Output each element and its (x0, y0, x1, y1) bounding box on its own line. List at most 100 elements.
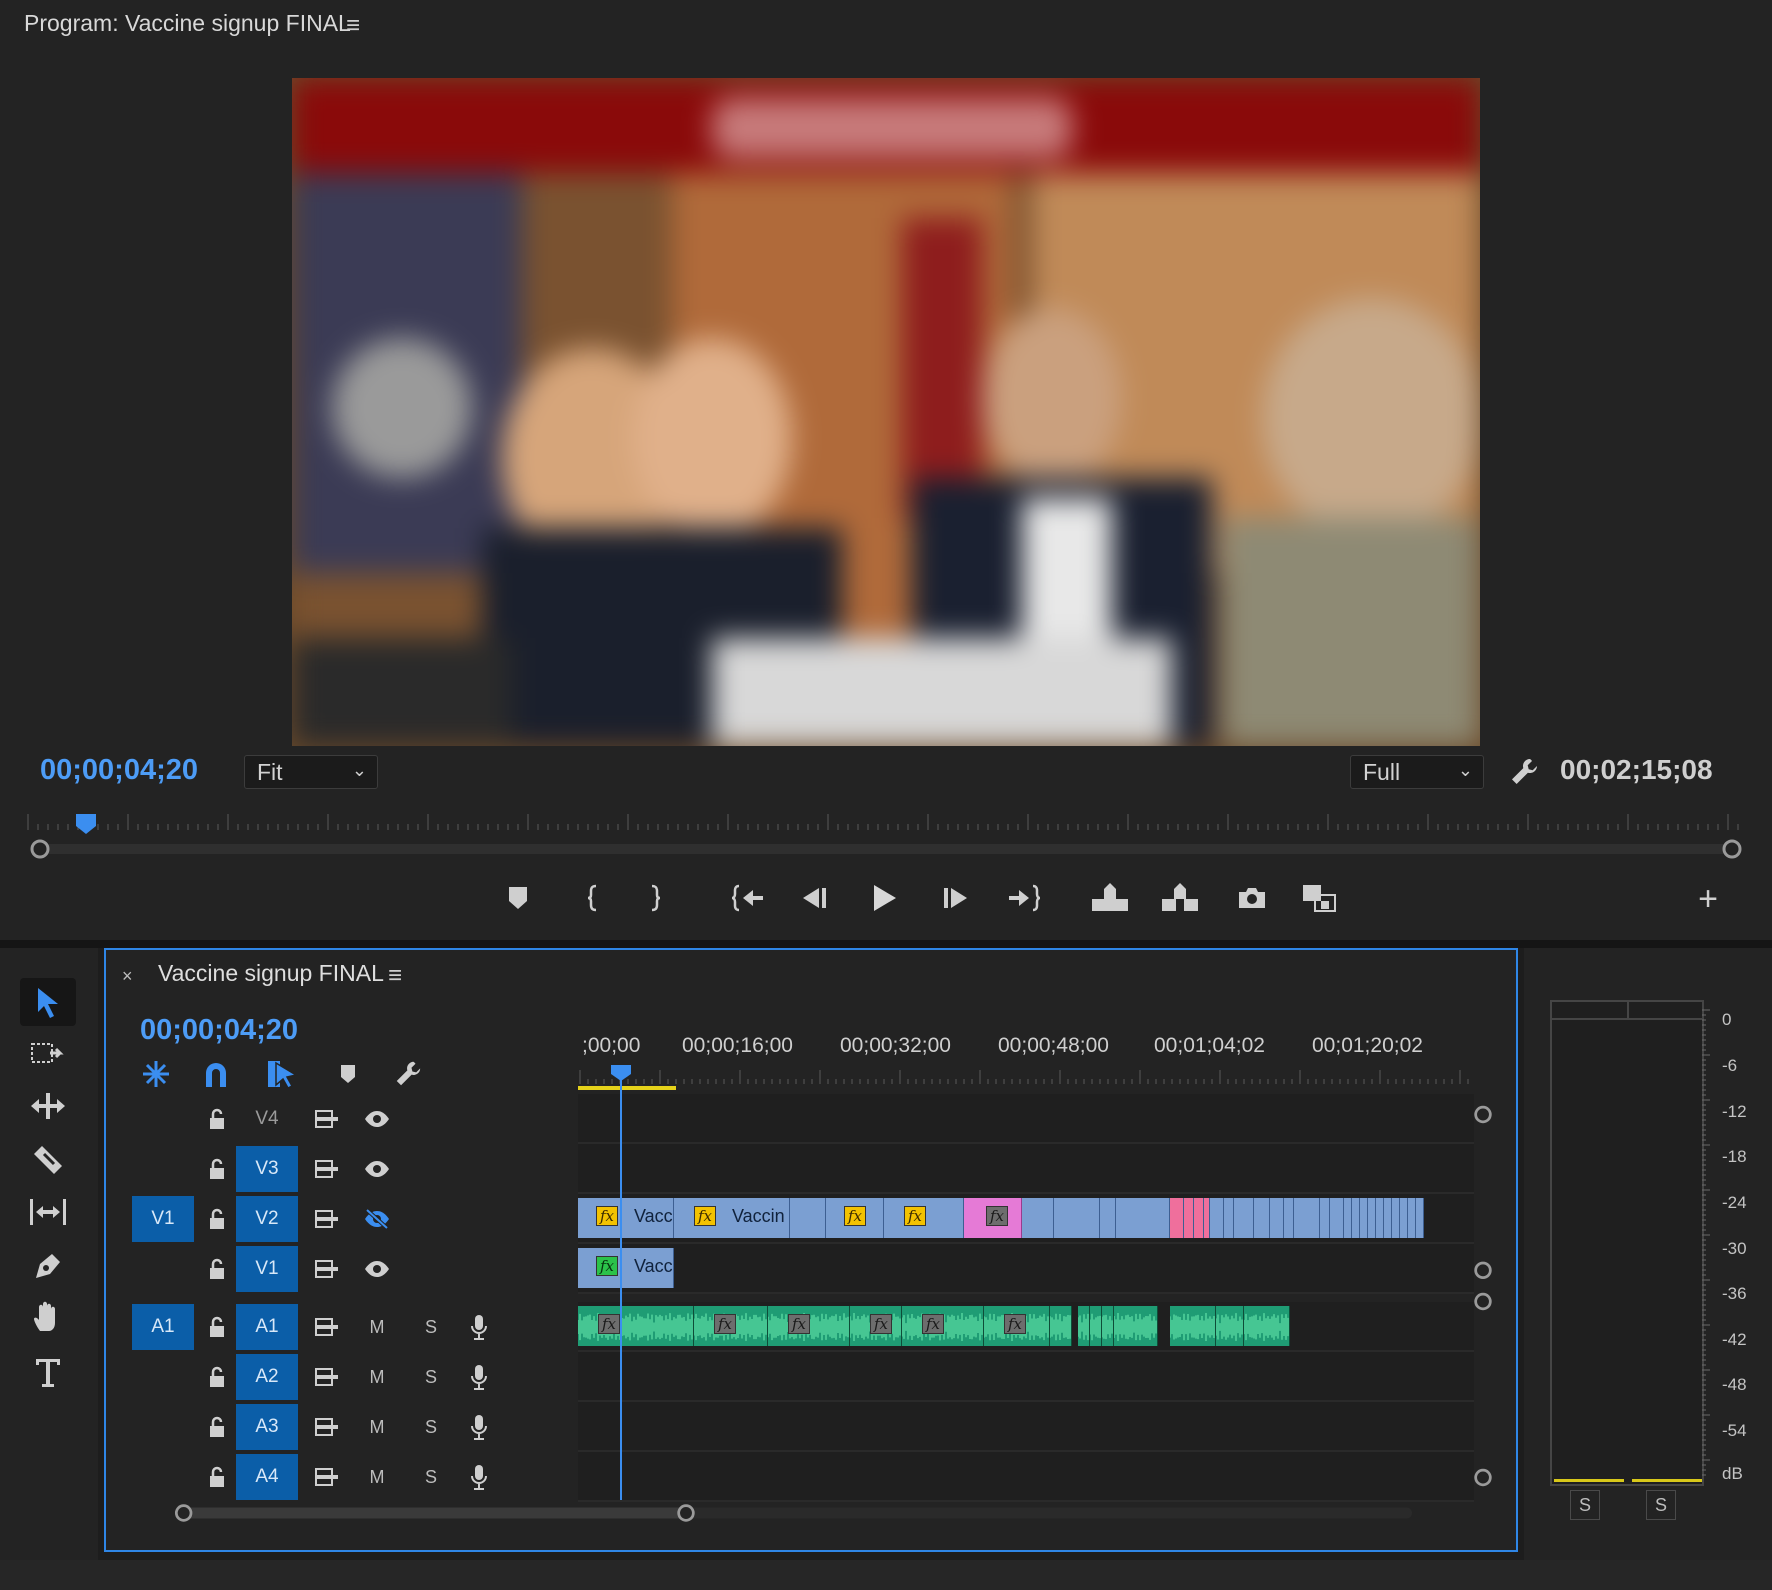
video-clip[interactable] (1194, 1198, 1204, 1238)
track-lane-v3[interactable] (578, 1144, 1474, 1194)
type-tool-icon[interactable] (20, 1348, 76, 1396)
video-clip[interactable] (1116, 1198, 1170, 1238)
track-name[interactable]: A1 (236, 1304, 298, 1350)
fx-badge[interactable]: fx (986, 1206, 1008, 1226)
solo-button[interactable]: S (416, 1352, 446, 1402)
sync-lock-icon[interactable] (310, 1144, 344, 1194)
video-clip[interactable] (790, 1198, 826, 1238)
timeline-playhead-line[interactable] (620, 1070, 622, 1500)
video-clip[interactable]: fx (884, 1198, 964, 1238)
audio-clip[interactable] (1078, 1306, 1090, 1346)
eye-hidden-icon[interactable] (360, 1194, 394, 1244)
mute-button[interactable]: M (362, 1302, 392, 1352)
sync-lock-icon[interactable] (310, 1244, 344, 1294)
audio-clip[interactable]: fx (694, 1306, 768, 1346)
timeline-playhead-marker[interactable] (610, 1064, 632, 1082)
source-patch-v1[interactable]: V1 (132, 1196, 194, 1242)
track-name[interactable]: V1 (236, 1246, 298, 1292)
add-button-icon[interactable]: + (1690, 880, 1726, 924)
audio-clip[interactable]: fx (850, 1306, 902, 1346)
extract-icon[interactable] (1158, 872, 1202, 924)
track-lane-a3[interactable] (578, 1402, 1474, 1452)
video-clip[interactable] (1284, 1198, 1294, 1238)
microphone-icon[interactable] (464, 1452, 494, 1502)
fx-badge[interactable]: fx (904, 1206, 926, 1226)
slip-tool-icon[interactable] (20, 1188, 76, 1236)
sync-lock-icon[interactable] (310, 1452, 344, 1502)
lock-icon[interactable] (204, 1144, 230, 1194)
video-clip[interactable] (1416, 1198, 1424, 1238)
video-clip[interactable] (1400, 1198, 1408, 1238)
program-video-frame[interactable] (292, 78, 1480, 746)
timeline-horizontal-scrollbar[interactable] (126, 1502, 1466, 1524)
audio-clip[interactable] (1090, 1306, 1102, 1346)
sequence-tab-title[interactable]: Vaccine signup FINAL (158, 960, 384, 987)
eye-icon[interactable] (360, 1244, 394, 1294)
track-name[interactable]: V4 (236, 1096, 298, 1142)
track-name[interactable]: V3 (236, 1146, 298, 1192)
linked-selection-icon[interactable] (264, 1056, 300, 1092)
work-area-bar[interactable] (578, 1086, 676, 1090)
go-to-out-icon[interactable] (1002, 872, 1046, 924)
video-clip[interactable] (1224, 1198, 1234, 1238)
source-patch-a1[interactable]: A1 (132, 1304, 194, 1350)
video-clip[interactable] (1408, 1198, 1416, 1238)
track-name[interactable]: V2 (236, 1196, 298, 1242)
track-lane-v4[interactable] (578, 1094, 1474, 1144)
mute-button[interactable]: M (362, 1452, 392, 1502)
program-monitor-menu-icon[interactable]: ≡ (346, 12, 360, 40)
go-to-in-icon[interactable] (726, 872, 770, 924)
video-clip[interactable] (1368, 1198, 1376, 1238)
lock-icon[interactable] (204, 1094, 230, 1144)
program-playhead-marker[interactable] (76, 814, 96, 834)
video-clip[interactable] (1234, 1198, 1254, 1238)
timeline-time-ruler[interactable]: ;00;00 00;00;16;00 00;00;32;00 00;00;48;… (578, 1020, 1478, 1100)
solo-button[interactable]: S (416, 1452, 446, 1502)
video-clip[interactable] (1210, 1198, 1224, 1238)
sync-lock-icon[interactable] (310, 1402, 344, 1452)
video-clip[interactable] (1170, 1198, 1184, 1238)
solo-button[interactable]: S (416, 1402, 446, 1452)
video-clip[interactable] (1100, 1198, 1116, 1238)
track-lane-v1[interactable]: fx Vacc (578, 1244, 1474, 1294)
timeline-current-timecode[interactable]: 00;00;04;20 (140, 1014, 298, 1047)
eye-icon[interactable] (360, 1094, 394, 1144)
sync-lock-icon[interactable] (310, 1094, 344, 1144)
microphone-icon[interactable] (464, 1402, 494, 1452)
audio-clip[interactable]: fx (768, 1306, 850, 1346)
video-clip[interactable] (1254, 1198, 1270, 1238)
video-clip[interactable] (1360, 1198, 1368, 1238)
playback-resolution-dropdown[interactable]: Full ⌄ (1350, 755, 1484, 789)
eye-icon[interactable] (360, 1144, 394, 1194)
program-current-timecode[interactable]: 00;00;04;20 (40, 754, 198, 787)
fx-badge[interactable]: fx (1004, 1314, 1026, 1334)
video-clip[interactable] (1022, 1198, 1054, 1238)
program-zoom-scrollbar[interactable] (30, 838, 1742, 860)
track-name[interactable]: A2 (236, 1354, 298, 1400)
pen-tool-icon[interactable] (20, 1242, 76, 1290)
lift-icon[interactable] (1088, 872, 1132, 924)
nest-sequence-icon[interactable] (138, 1056, 174, 1092)
track-lane-v2[interactable]: fx Vacc fx Vaccin fx fx fx (578, 1194, 1474, 1244)
step-forward-icon[interactable] (934, 872, 978, 924)
ripple-edit-tool-icon[interactable] (20, 1082, 76, 1130)
video-clip[interactable] (1320, 1198, 1330, 1238)
audio-clip[interactable]: fx (984, 1306, 1050, 1346)
program-time-ruler[interactable] (26, 808, 1744, 838)
razor-tool-icon[interactable] (20, 1136, 76, 1184)
track-lane-a4[interactable] (578, 1452, 1474, 1502)
audio-clip[interactable] (1244, 1306, 1290, 1346)
audio-clip[interactable]: fx (902, 1306, 984, 1346)
mute-button[interactable]: M (362, 1352, 392, 1402)
fx-badge[interactable]: fx (694, 1206, 716, 1226)
fx-badge[interactable]: fx (844, 1206, 866, 1226)
mute-button[interactable]: M (362, 1402, 392, 1452)
timeline-vertical-scrollbar[interactable] (1472, 1096, 1494, 1496)
audio-clip[interactable] (1114, 1306, 1158, 1346)
selection-tool-icon[interactable] (20, 978, 76, 1026)
panel-divider[interactable] (0, 940, 1772, 948)
fx-badge[interactable]: fx (596, 1206, 618, 1226)
video-clip[interactable] (1330, 1198, 1344, 1238)
video-clip[interactable] (1270, 1198, 1284, 1238)
track-name[interactable]: A3 (236, 1404, 298, 1450)
